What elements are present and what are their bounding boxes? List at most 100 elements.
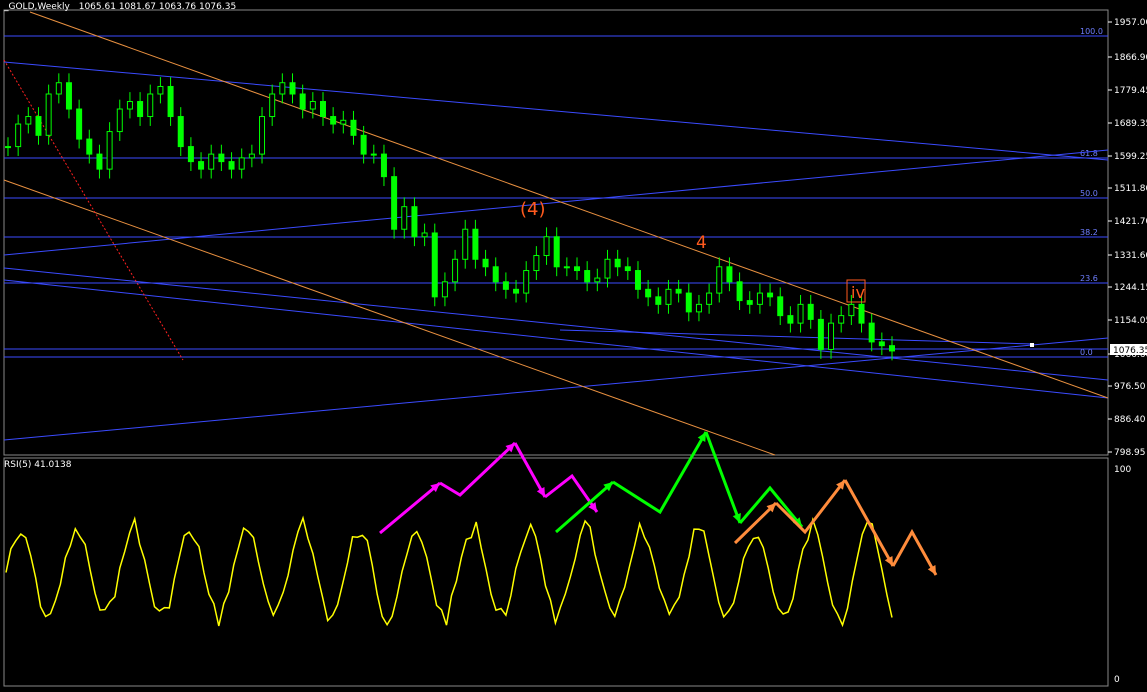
- chart-title: _GOLD,Weekly 1065.61 1081.67 1063.76 107…: [4, 2, 236, 12]
- candle-body: [208, 153, 215, 170]
- candle: [787, 306, 794, 333]
- dotted-red-line: [3, 59, 184, 361]
- candle-body: [269, 93, 276, 118]
- candle: [309, 92, 316, 119]
- candle-body: [147, 93, 154, 118]
- candle-body: [574, 266, 581, 272]
- candle-body: [157, 85, 164, 95]
- rsi-title: RSI(5) 41.0138: [4, 460, 72, 470]
- candle-body: [65, 82, 72, 110]
- candle-body: [126, 101, 133, 110]
- fib-level-label: 61.8: [1080, 149, 1098, 158]
- candle-body: [137, 101, 144, 118]
- candle-body: [726, 266, 733, 283]
- candle: [35, 107, 42, 145]
- candle-body: [706, 292, 713, 305]
- candle: [106, 122, 113, 179]
- candle-body: [502, 281, 509, 290]
- candle-body: [523, 270, 530, 294]
- candle: [767, 283, 774, 307]
- candle-body: [838, 315, 845, 324]
- candle-body: [228, 161, 235, 170]
- current-price-label: 1076.35: [1113, 346, 1147, 356]
- candle: [777, 287, 784, 326]
- candle: [878, 332, 885, 356]
- candle-body: [248, 153, 255, 159]
- candle-body: [330, 116, 337, 125]
- trend-line: [559, 329, 1033, 345]
- candle-body: [482, 258, 489, 268]
- trend-line: [3, 267, 1109, 381]
- candle-body: [86, 138, 93, 155]
- marker-square: [1030, 343, 1034, 347]
- candle: [259, 107, 266, 164]
- candle-body: [360, 134, 367, 155]
- candle: [624, 257, 631, 280]
- candle-body: [35, 116, 42, 136]
- candle: [645, 279, 652, 307]
- candle-body: [492, 266, 499, 283]
- candle-body: [868, 322, 875, 343]
- candle-body: [889, 345, 895, 352]
- price-axis-label: 1689.35: [1114, 119, 1147, 129]
- candle-body: [462, 228, 469, 260]
- candle-body: [594, 277, 601, 283]
- candle: [482, 249, 489, 277]
- candle-body: [695, 303, 702, 313]
- candle-body: [624, 266, 631, 272]
- price-axis-label: 886.40: [1114, 415, 1146, 425]
- candle-body: [309, 101, 316, 110]
- candle-body: [177, 116, 184, 148]
- price-axis-label: 798.95: [1114, 448, 1146, 458]
- candle-body: [106, 131, 113, 170]
- rsi-line: [5, 515, 893, 628]
- candle-body: [45, 93, 52, 136]
- candle: [452, 249, 459, 292]
- candle: [462, 219, 469, 269]
- candle-body: [675, 288, 682, 294]
- candle: [523, 261, 530, 303]
- rsi-axis-0: 0: [1114, 675, 1120, 685]
- candle-body: [736, 281, 743, 302]
- candle: [279, 73, 286, 104]
- candle-body: [350, 119, 357, 136]
- candle-body: [370, 153, 377, 156]
- magenta-arrow-2: [439, 441, 517, 497]
- price-axis-label: 1599.25: [1114, 152, 1147, 162]
- price-axis-label: 1866.90: [1114, 53, 1147, 63]
- candle: [726, 257, 733, 292]
- candle-body: [319, 101, 326, 118]
- candle: [868, 313, 875, 352]
- candle-body: [513, 288, 520, 294]
- candle: [96, 144, 103, 179]
- candle: [187, 137, 194, 172]
- green-arrow-3: [704, 431, 742, 524]
- candle-body: [198, 161, 205, 170]
- candle-body: [452, 258, 459, 283]
- candle-body: [878, 341, 885, 347]
- rsi-lines: [5, 515, 893, 628]
- candle: [574, 257, 581, 280]
- price-axis-label: 1511.80: [1114, 184, 1147, 194]
- candle: [116, 99, 123, 141]
- candle: [5, 137, 11, 156]
- trend-lines: [3, 11, 1109, 456]
- wave-label-4: 4: [696, 233, 707, 253]
- price-chart[interactable]: 100.061.850.038.223.60.0 1957.001866.901…: [0, 0, 1147, 692]
- candle-body: [421, 232, 428, 238]
- candle-body: [116, 108, 123, 133]
- candle: [65, 73, 72, 119]
- candle: [736, 272, 743, 310]
- candle-body: [5, 146, 11, 149]
- candle: [218, 144, 225, 172]
- candle-body: [96, 153, 103, 170]
- candle-body: [828, 322, 835, 350]
- candle-body: [401, 206, 408, 230]
- candle: [340, 110, 347, 134]
- candle-body: [411, 206, 418, 238]
- candle: [431, 223, 438, 307]
- candle: [299, 84, 306, 119]
- candle: [441, 272, 448, 307]
- candle: [492, 257, 499, 292]
- candle-body: [665, 288, 672, 305]
